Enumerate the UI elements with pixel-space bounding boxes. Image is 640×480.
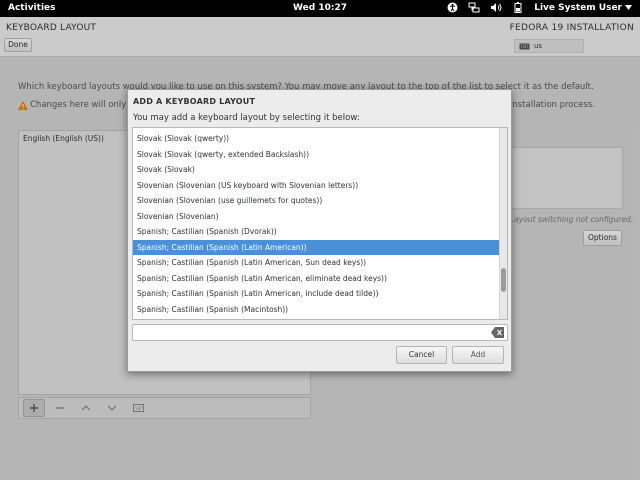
list-item[interactable]: Spanish; Castilian (Spanish (Macintosh)) bbox=[133, 302, 501, 318]
layout-list[interactable]: Slovak (Slovak (qwerty)) Slovak (Slovak (… bbox=[132, 127, 508, 320]
list-item[interactable]: Slovenian (Slovenian (use guillemets for… bbox=[133, 193, 501, 209]
add-button[interactable]: Add bbox=[452, 346, 504, 364]
cancel-button[interactable]: Cancel bbox=[396, 346, 447, 364]
clear-icon[interactable] bbox=[491, 327, 504, 338]
dialog-title: ADD A KEYBOARD LAYOUT bbox=[133, 97, 256, 106]
dialog-subtitle: You may add a keyboard layout by selecti… bbox=[133, 113, 360, 123]
top-bar: Activities Wed 10:27 Live System User bbox=[0, 0, 640, 17]
add-keyboard-layout-dialog: ADD A KEYBOARD LAYOUT You may add a keyb… bbox=[127, 89, 512, 372]
user-menu-label: Live System User bbox=[534, 2, 622, 13]
list-item[interactable]: Slovak (Slovak (qwerty, extended Backsla… bbox=[133, 147, 501, 163]
activities-button[interactable]: Activities bbox=[8, 3, 56, 13]
list-item[interactable]: Slovenian (Slovenian (US keyboard with S… bbox=[133, 178, 501, 194]
chevron-down-icon bbox=[625, 5, 632, 10]
status-area: Live System User bbox=[447, 2, 632, 13]
list-item[interactable]: Spanish; Castilian (Spanish (Latin Ameri… bbox=[133, 255, 501, 271]
search-input[interactable] bbox=[132, 324, 508, 341]
list-item[interactable]: Slovenian (Slovenian) bbox=[133, 209, 501, 225]
battery-icon[interactable] bbox=[512, 2, 524, 13]
layout-rows: Slovak (Slovak (qwerty)) Slovak (Slovak (… bbox=[133, 131, 501, 317]
accessibility-icon[interactable] bbox=[447, 2, 458, 13]
list-item[interactable]: Slovak (Slovak) bbox=[133, 162, 501, 178]
user-menu[interactable]: Live System User bbox=[534, 3, 632, 13]
selected-list-item[interactable]: Spanish; Castilian (Spanish (Latin Ameri… bbox=[133, 239, 501, 255]
list-item[interactable]: Spanish; Castilian (Spanish (Dvorak)) bbox=[133, 224, 501, 240]
list-item[interactable]: Spanish; Castilian (Spanish (Latin Ameri… bbox=[133, 286, 501, 302]
scrollbar-thumb[interactable] bbox=[501, 268, 506, 292]
list-item[interactable]: Slovak (Slovak (qwerty)) bbox=[133, 131, 501, 147]
list-item[interactable]: Spanish; Castilian (Spanish (Latin Ameri… bbox=[133, 271, 501, 287]
scrollbar[interactable] bbox=[499, 128, 507, 319]
network-icon[interactable] bbox=[468, 2, 480, 13]
volume-icon[interactable] bbox=[490, 2, 502, 13]
